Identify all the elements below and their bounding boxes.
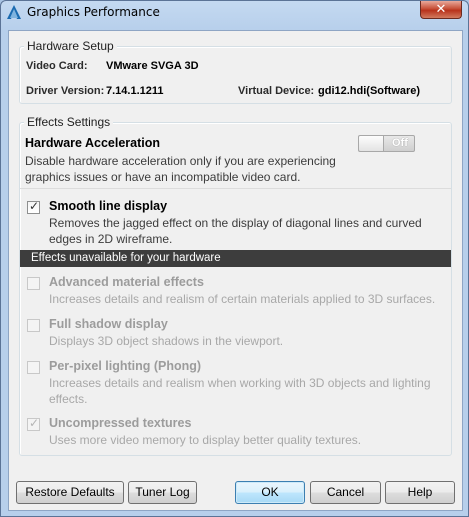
advanced-material-checkbox [27,277,40,290]
smooth-line-desc-2: edges in 2D wireframe. [49,232,173,246]
full-shadow-desc: Displays 3D object shadows in the viewpo… [49,334,284,348]
smooth-line-checkbox[interactable]: ✓ [27,199,40,214]
close-button[interactable]: ✕ [420,1,462,19]
help-button[interactable]: Help [385,481,455,504]
uncompressed-textures-desc: Uses more video memory to display better… [49,433,362,447]
graphics-performance-window: Graphics Performance ✕ Hardware Setup Vi… [0,0,469,517]
virtual-device-value: gdi12.hdi(Software) [318,85,421,97]
effects-settings-legend: Effects Settings [24,115,114,129]
section-divider [20,188,451,189]
toggle-state-label: Off [392,137,408,149]
ok-button[interactable]: OK [235,481,305,504]
hardware-setup-legend: Hardware Setup [24,39,117,53]
effects-unavailable-banner: Effects unavailable for your hardware [20,250,451,267]
per-pixel-lighting-desc-1: Increases details and realism when worki… [49,376,431,390]
full-shadow-checkbox [27,319,40,332]
hardware-acceleration-desc-1: Disable hardware acceleration only if yo… [25,154,336,168]
smooth-line-desc-1: Removes the jagged effect on the display… [49,216,422,230]
hardware-acceleration-toggle[interactable]: Off [358,135,415,152]
hardware-acceleration-title: Hardware Acceleration [25,136,161,150]
check-icon: ✓ [29,416,40,430]
window-title: Graphics Performance [27,5,160,19]
dialog-body: Hardware Setup Video Card: VMware SVGA 3… [8,30,463,511]
per-pixel-lighting-checkbox [27,361,40,374]
driver-version-label: Driver Version: [26,85,105,97]
video-card-label: Video Card: [26,60,88,72]
hardware-acceleration-desc-2: graphics issues or have an incompatible … [25,170,301,184]
full-shadow-title: Full shadow display [49,317,168,331]
advanced-material-title: Advanced material effects [49,275,204,289]
per-pixel-lighting-desc-2: effects. [49,392,88,406]
hardware-setup-group: Hardware Setup Video Card: VMware SVGA 3… [19,39,452,104]
restore-defaults-button[interactable]: Restore Defaults [16,481,124,504]
uncompressed-textures-title: Uncompressed textures [49,416,192,430]
check-icon: ✓ [29,199,40,213]
tuner-log-button[interactable]: Tuner Log [128,481,197,504]
toggle-knob [359,136,384,151]
title-bar[interactable]: Graphics Performance ✕ [1,1,468,25]
per-pixel-lighting-title: Per-pixel lighting (Phong) [49,359,202,373]
virtual-device-label: Virtual Device: [238,85,315,97]
autocad-logo-icon [7,5,21,19]
uncompressed-textures-checkbox: ✓ [27,416,40,431]
smooth-line-title: Smooth line display [49,199,168,213]
driver-version-value: 7.14.1.1211 [106,85,164,97]
close-icon: ✕ [435,2,447,17]
advanced-material-desc: Increases details and realism of certain… [49,292,436,306]
cancel-button[interactable]: Cancel [310,481,381,504]
video-card-value: VMware SVGA 3D [106,60,199,72]
